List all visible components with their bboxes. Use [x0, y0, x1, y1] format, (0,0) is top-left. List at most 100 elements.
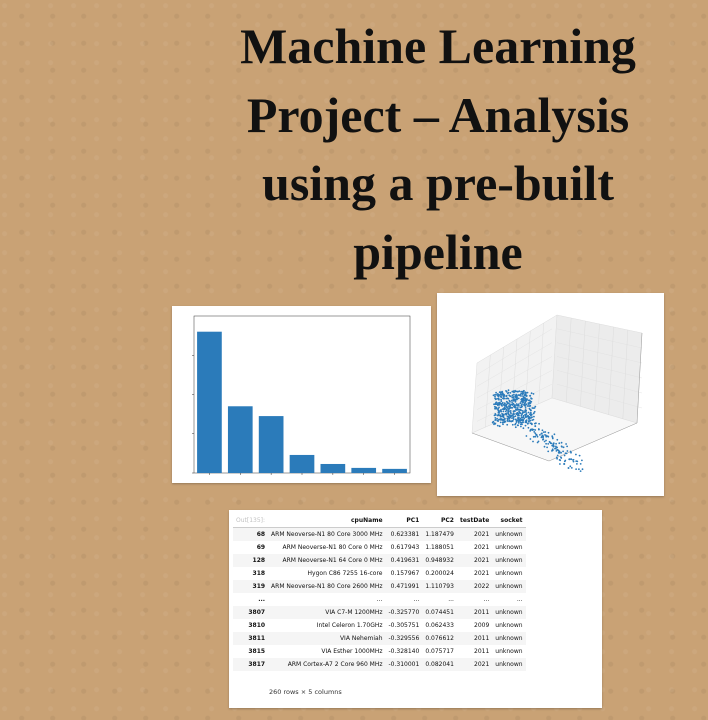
scatter-point [514, 405, 517, 407]
scatter-point [535, 434, 538, 436]
scatter-point [525, 435, 528, 437]
scatter-point [512, 415, 515, 418]
scatter-point [555, 447, 557, 449]
scatter-point [496, 419, 499, 422]
row-index: 68 [233, 527, 269, 541]
scatter-point [501, 405, 503, 407]
row-index: 3807 [233, 606, 269, 619]
scatter-point [493, 403, 495, 406]
scatter-point [506, 406, 508, 409]
scatter-point [521, 416, 524, 419]
scatter-point [530, 422, 533, 425]
table-cell: 0.082041 [422, 658, 457, 671]
scatter-point [547, 435, 550, 438]
scatter-point [511, 417, 513, 419]
scatter-point [525, 413, 528, 416]
scatter-point [556, 438, 559, 441]
title-line-1: Machine Learning [240, 18, 636, 74]
scatter-point [512, 418, 515, 421]
scatter-point [532, 435, 535, 438]
scatter-point [516, 424, 519, 427]
bar-chart [192, 315, 411, 475]
scatter-point [570, 451, 572, 454]
scatter-point [506, 423, 509, 426]
scatter-point [551, 444, 554, 447]
plot-frame [193, 315, 411, 474]
scatter-point [502, 410, 505, 413]
table-cell: 2021 [474, 570, 490, 577]
scatter-point [521, 423, 523, 426]
scatter-point [494, 407, 496, 410]
table-cell: ARM Cortex-A7 2 Core 960 MHz [268, 658, 386, 671]
scatter-point [527, 426, 530, 429]
scatter-point [511, 423, 514, 426]
scatter-point [536, 435, 539, 438]
table-cell: unknown [492, 580, 526, 593]
scatter-point [531, 416, 533, 419]
scatter-point [525, 394, 528, 397]
scatter-point [570, 458, 573, 461]
table-cell: ARM Neoverse-N1 80 Core 3000 MHz [268, 527, 386, 541]
scatter-point [575, 453, 577, 456]
dataframe-table: Out[135]: cpuName PC1 PC2 testDate socke… [233, 514, 526, 671]
table-row: 318 Hygon C86 7255 16-core 0.157967 0.20002… [233, 567, 526, 580]
scatter-point [521, 400, 524, 403]
table-cell: ... [516, 596, 523, 603]
table-cell: 2011 [456, 632, 493, 645]
table-row: 128 ARM Neoverse-N1 64 Core 0 MHz 0.419631… [233, 554, 526, 567]
scatter-point [516, 398, 519, 400]
scatter-point [549, 442, 552, 445]
scatter-point [519, 419, 522, 422]
table-cell: 2021 [456, 658, 493, 671]
scatter-point [497, 397, 500, 400]
scatter-point [506, 397, 509, 400]
scatter-point [530, 392, 533, 395]
scatter-point [538, 422, 540, 425]
scatter-point [507, 408, 510, 411]
scatter-point [542, 431, 545, 433]
scatter-point [520, 390, 522, 393]
scatter-point [497, 411, 500, 414]
scatter-point [513, 399, 515, 402]
scatter-point [509, 392, 512, 394]
scatter-point [507, 389, 510, 392]
scatter-point [562, 446, 565, 449]
scatter-point [498, 391, 501, 394]
scatter-point [499, 418, 502, 420]
scatter-point [516, 408, 518, 411]
table-row: 3811 VIA Nehemiah -0.329556 0.076612 2011 unk… [233, 632, 526, 645]
scatter-point [494, 419, 497, 421]
scatter-point [565, 452, 568, 455]
scatter-point [529, 413, 531, 416]
scatter-point [533, 415, 535, 418]
row-index: ... [258, 596, 266, 603]
scatter-point [502, 419, 504, 422]
scatter-point [522, 390, 525, 393]
scatter-point [546, 446, 548, 449]
scatter-point [547, 443, 550, 445]
scatter-point [524, 421, 527, 424]
scatter-point [555, 445, 557, 448]
table-cell: VIA Nehemiah [268, 632, 386, 645]
table-cell: Intel Celeron 1.70GHz [316, 622, 383, 629]
table-row: 3817 ARM Cortex-A7 2 Core 960 MHz -0.31000… [233, 658, 526, 671]
scatter-point [566, 450, 569, 452]
scatter-point [502, 404, 505, 406]
table-cell: 0.157967 [390, 570, 420, 577]
scatter-point [507, 412, 510, 414]
scatter-point [575, 460, 578, 462]
scatter-point [505, 394, 508, 397]
scatter-point [542, 438, 545, 441]
row-index: 3811 [233, 632, 269, 645]
scatter-point [531, 428, 533, 430]
scatter-point [522, 421, 524, 424]
table-row: 69 ARM Neoverse-N1 80 Core 0 MHz 0.617943 1… [233, 541, 526, 554]
scatter-point [545, 434, 547, 437]
scatter-point [579, 470, 582, 472]
table-cell: 1.187479 [422, 527, 457, 541]
scatter-point [524, 424, 527, 427]
scatter-point [501, 421, 504, 424]
scatter-point [562, 450, 564, 453]
scatter-point [512, 396, 515, 399]
dataframe-output: Out[135]: cpuName PC1 PC2 testDate socke… [229, 510, 602, 708]
